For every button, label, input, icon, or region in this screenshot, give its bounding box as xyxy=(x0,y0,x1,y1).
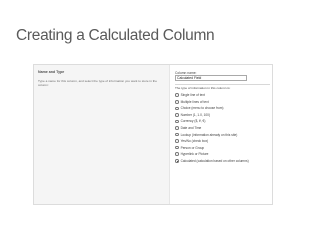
type-options-list: Single line of text Multiple lines of te… xyxy=(175,92,249,164)
radio-button[interactable] xyxy=(175,152,179,156)
radio-button[interactable] xyxy=(175,126,179,130)
radio-button[interactable] xyxy=(175,139,179,143)
radio-button[interactable] xyxy=(175,113,179,117)
type-option-label: Multiple lines of text xyxy=(180,99,209,104)
column-settings-form: Column name: The type of information in … xyxy=(174,65,272,204)
section-heading: Name and Type xyxy=(38,70,65,74)
radio-button[interactable] xyxy=(175,100,179,104)
type-option-label: Choice (menu to choose from) xyxy=(180,106,224,111)
type-option-label: Hyperlink or Picture xyxy=(180,152,209,157)
type-option[interactable]: Calculated (calculation based on other c… xyxy=(175,157,249,164)
name-and-type-section: Name and Type Type a name for this colum… xyxy=(34,65,170,204)
type-option-label: Person or Group xyxy=(180,145,205,150)
section-description: Type a name for this column, and select … xyxy=(38,79,158,88)
column-settings-screenshot: Name and Type Type a name for this colum… xyxy=(33,64,273,205)
slide-title: Creating a Calculated Column xyxy=(16,27,215,44)
type-label: The type of information in this column i… xyxy=(175,86,231,90)
divider xyxy=(175,84,270,85)
radio-button[interactable] xyxy=(175,106,179,111)
type-option-label: Lookup (information already on this site… xyxy=(180,132,238,137)
type-option-label: Date and Time xyxy=(180,126,202,130)
radio-button[interactable] xyxy=(175,158,179,163)
radio-button[interactable] xyxy=(175,93,179,98)
type-option-label: Calculated (calculation based on other c… xyxy=(180,158,249,163)
radio-button[interactable] xyxy=(175,145,179,150)
type-option-label: Number (1, 1.0, 100) xyxy=(180,112,211,117)
radio-button[interactable] xyxy=(175,132,179,137)
type-option-label: Currency ($, ¥, €) xyxy=(180,119,206,124)
type-option-label: Single line of text xyxy=(180,93,205,98)
type-option-label: Yes/No (check box) xyxy=(180,139,209,144)
radio-button[interactable] xyxy=(175,119,179,124)
column-name-input[interactable] xyxy=(175,75,247,81)
